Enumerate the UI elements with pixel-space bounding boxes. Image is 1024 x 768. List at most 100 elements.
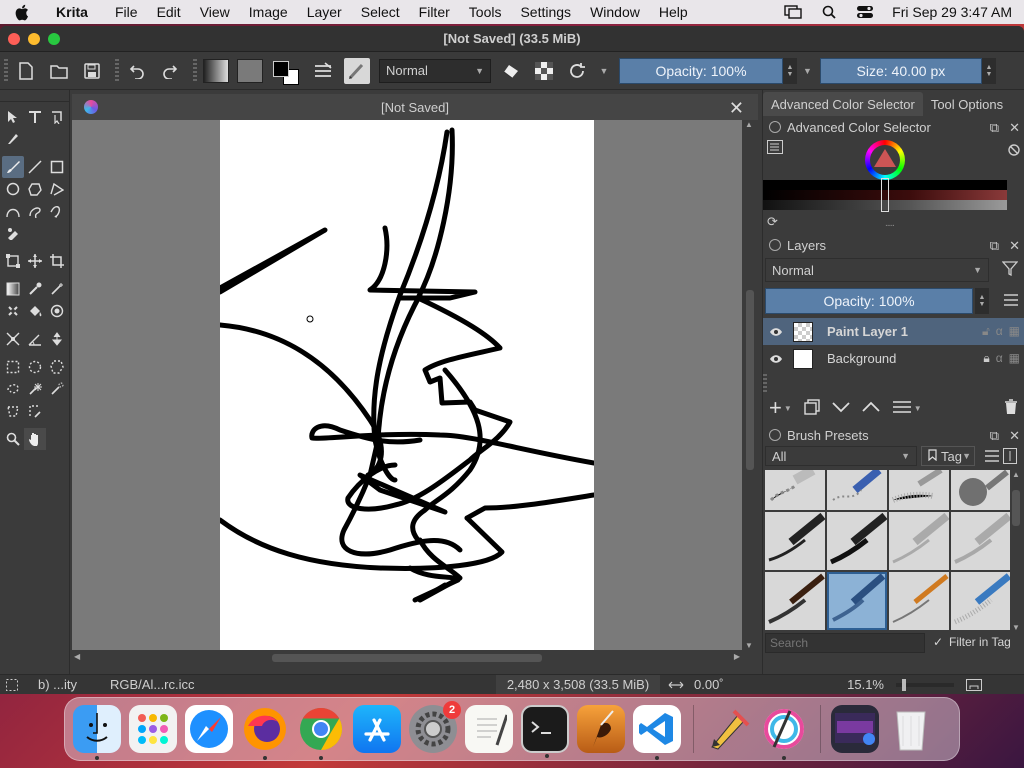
brush-preset-soft-pencil[interactable] (951, 512, 1011, 570)
delete-layer-icon[interactable] (1004, 398, 1018, 418)
close-docker-icon[interactable]: ✕ (1009, 120, 1020, 136)
vscode-icon[interactable] (633, 705, 681, 760)
selection-status-icon[interactable] (0, 675, 32, 695)
eraser-icon[interactable] (499, 59, 523, 83)
horizontal-scroll-thumb[interactable] (272, 654, 542, 662)
canvas-only-icon[interactable] (960, 675, 988, 695)
finder-icon[interactable] (73, 705, 121, 760)
redo-icon[interactable] (158, 59, 182, 83)
brush-search-input[interactable] (765, 633, 925, 653)
opacity-slider[interactable]: Opacity: 100% (619, 57, 783, 84)
measure-tool-icon[interactable] (24, 328, 46, 350)
freehand-path-tool-icon[interactable] (24, 200, 46, 222)
tab-advanced-color-selector[interactable]: Advanced Color Selector (763, 92, 923, 116)
brush-preset-watercolor-selected[interactable] (827, 572, 887, 630)
list-view-icon[interactable] (985, 450, 999, 465)
size-slider[interactable]: Size: 40.00 px (819, 57, 982, 84)
close-docker-icon[interactable]: ✕ (1009, 238, 1020, 254)
move-tool-icon[interactable] (24, 250, 46, 272)
canvas[interactable] (220, 120, 594, 650)
blend-mode-select[interactable]: Normal ▼ (379, 58, 491, 83)
transform-tool-icon[interactable] (2, 250, 24, 272)
menu-window[interactable]: Window (590, 4, 640, 20)
brush-preset-pencil[interactable] (889, 512, 949, 570)
scroll-right-icon[interactable]: ▶ (734, 652, 740, 661)
color-selector-settings-icon[interactable] (767, 140, 783, 157)
menu-tools[interactable]: Tools (469, 4, 502, 20)
garageband-icon[interactable] (577, 705, 625, 753)
layer-row[interactable]: Paint Layer 1 🔓︎ α ▦ (763, 318, 1024, 345)
rotation-icon[interactable] (660, 675, 688, 695)
polyline-tool-icon[interactable] (46, 178, 68, 200)
safari-icon[interactable] (185, 705, 233, 753)
brush-preset-eraser[interactable] (765, 470, 825, 510)
assistant-tool-icon[interactable] (2, 328, 24, 350)
refresh-icon[interactable]: ⟳ (767, 214, 778, 230)
brush-preset-marker[interactable] (827, 470, 887, 510)
layer-opacity-slider[interactable]: Opacity: 100% (765, 288, 973, 314)
rotation-value[interactable]: 0.00˚ (688, 675, 838, 695)
reference-images-tool-icon[interactable] (46, 328, 68, 350)
terminal-icon[interactable] (521, 705, 569, 758)
bezier-curve-tool-icon[interactable] (2, 200, 24, 222)
system-settings-icon[interactable]: 2 (409, 701, 461, 753)
tab-tool-options[interactable]: Tool Options (923, 92, 1011, 116)
menu-view[interactable]: View (200, 4, 230, 20)
add-layer-icon[interactable]: + (769, 397, 782, 419)
zoom-slider[interactable] (890, 675, 960, 695)
foreground-background-color[interactable] (273, 57, 301, 85)
brush-list-scrollbar[interactable]: ▲ ▼ (1010, 470, 1022, 632)
multibrush-tool-icon[interactable] (2, 222, 24, 244)
freehand-brush-tool-icon[interactable] (2, 156, 24, 178)
opacity-spinner[interactable]: ▲ ▼ (783, 57, 797, 84)
scroll-down-icon[interactable]: ▼ (745, 641, 753, 650)
vertical-scrollbar[interactable]: ▲ ▼ (742, 120, 758, 650)
scroll-left-icon[interactable]: ◀ (74, 652, 80, 661)
shade-cursor[interactable] (881, 178, 889, 212)
similar-color-selection-icon[interactable] (46, 378, 68, 400)
alpha-lock-icon[interactable]: ▦ (1009, 351, 1020, 366)
reset-icon[interactable] (1008, 144, 1020, 159)
menu-edit[interactable]: Edit (157, 4, 181, 20)
calligraphy-tool-icon[interactable] (2, 128, 24, 150)
brush-preset-ink-pen[interactable] (765, 512, 825, 570)
text-tool-icon[interactable] (24, 106, 46, 128)
brush-tag-filter-select[interactable]: All ▼ (765, 446, 917, 466)
colorize-mask-tool-icon[interactable] (2, 300, 24, 322)
open-folder-icon[interactable] (47, 59, 71, 83)
edit-shapes-tool-icon[interactable] (46, 106, 68, 128)
layer-lock-icon[interactable]: 🔓︎ (982, 324, 990, 339)
layer-blend-mode-select[interactable]: Normal ▼ (765, 258, 989, 282)
chrome-icon[interactable] (297, 705, 345, 760)
magnetic-selection-icon[interactable] (24, 400, 46, 422)
screen-mirroring-icon[interactable] (784, 5, 802, 19)
alpha-lock-icon[interactable] (532, 59, 556, 83)
elliptical-selection-icon[interactable] (24, 356, 46, 378)
brush-preset-airbrush[interactable] (889, 470, 949, 510)
move-layer-up-icon[interactable] (862, 401, 880, 416)
contiguous-selection-icon[interactable] (24, 378, 46, 400)
tag-button[interactable]: Tag ▼ (921, 446, 975, 466)
menu-filter[interactable]: Filter (419, 4, 450, 20)
canvas-viewport[interactable] (72, 120, 742, 650)
alpha-inherit-icon[interactable]: α (996, 351, 1003, 366)
ellipse-tool-icon[interactable] (2, 178, 24, 200)
document-tab[interactable]: [Not Saved] ✕ (72, 94, 758, 120)
bezier-selection-icon[interactable] (2, 400, 24, 422)
enclose-fill-tool-icon[interactable] (46, 300, 68, 322)
pan-tool-icon[interactable] (24, 428, 46, 450)
line-tool-icon[interactable] (24, 156, 46, 178)
brush-preset-ink-brush[interactable] (827, 512, 887, 570)
textedit-icon[interactable] (465, 705, 513, 753)
visibility-eye-icon[interactable] (769, 327, 783, 337)
alpha-lock-icon[interactable]: ▦ (1009, 324, 1020, 339)
menu-image[interactable]: Image (249, 4, 288, 20)
krita-app-icon[interactable] (760, 705, 808, 760)
menu-help[interactable]: Help (659, 4, 688, 20)
layer-opacity-spinner[interactable]: ▲ ▼ (975, 288, 989, 314)
menu-layer[interactable]: Layer (307, 4, 342, 20)
brush-settings-icon[interactable] (311, 59, 335, 83)
downloads-stack-icon[interactable] (831, 705, 879, 753)
rectangular-selection-icon[interactable] (2, 356, 24, 378)
zoom-value[interactable]: 15.1% (838, 675, 890, 695)
